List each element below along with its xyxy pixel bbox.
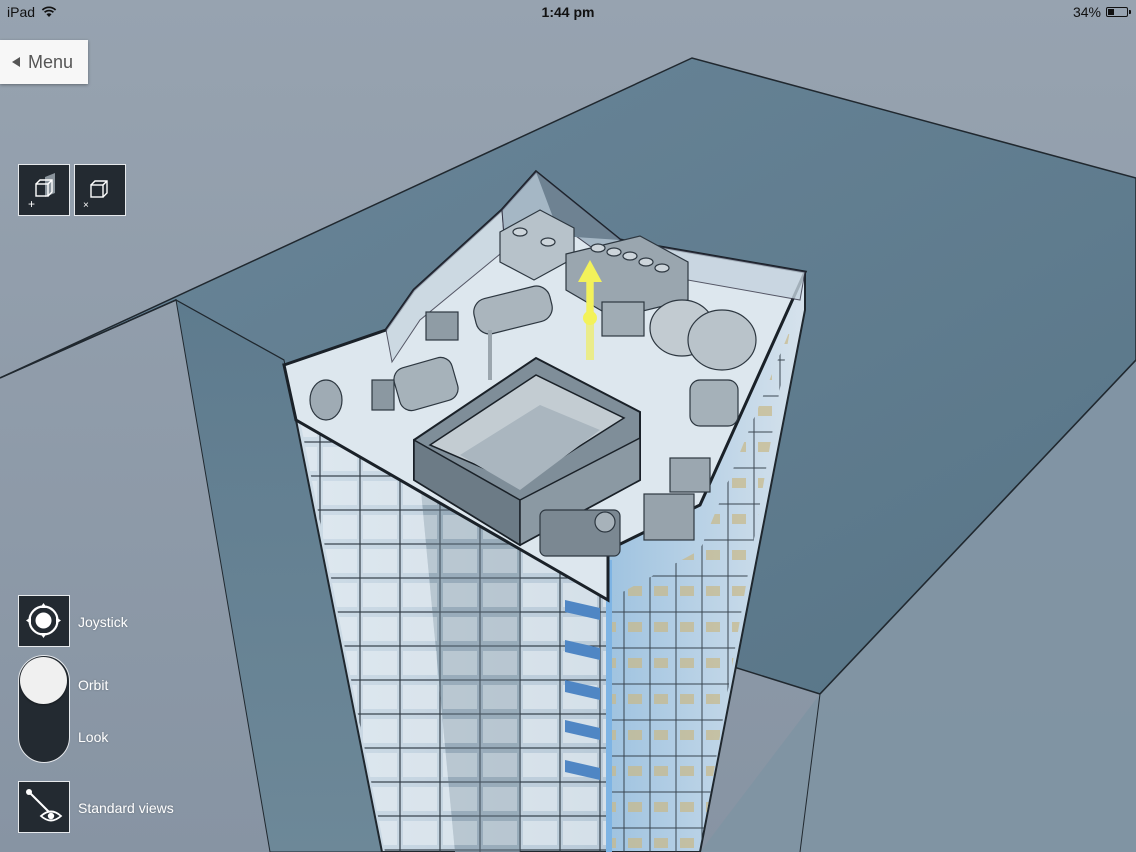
look-label[interactable]: Look xyxy=(78,729,108,745)
menu-button[interactable]: Menu xyxy=(0,40,88,84)
standard-views-icon xyxy=(26,789,63,822)
status-bar: iPad 1:44 pm 34% xyxy=(0,0,1136,24)
svg-text:×: × xyxy=(83,200,89,211)
model-viewport[interactable] xyxy=(0,0,1136,852)
remove-section-box-button[interactable]: × xyxy=(74,164,126,216)
joystick-label: Joystick xyxy=(78,614,128,630)
battery-icon xyxy=(1106,7,1131,17)
back-triangle-icon xyxy=(12,57,20,67)
clock: 1:44 pm xyxy=(541,4,595,20)
orbit-label[interactable]: Orbit xyxy=(78,677,108,693)
add-section-box-button[interactable]: + xyxy=(18,164,70,216)
battery-percent: 34% xyxy=(1072,4,1101,20)
svg-text:+: + xyxy=(28,197,35,211)
section-box-remove-icon: × xyxy=(83,180,108,211)
toggle-knob[interactable] xyxy=(20,657,67,704)
joystick-button[interactable] xyxy=(18,595,70,647)
joystick-icon xyxy=(26,603,61,638)
section-box-add-icon: + xyxy=(28,173,55,211)
menu-label: Menu xyxy=(28,51,74,72)
orbit-look-toggle[interactable] xyxy=(18,655,70,763)
standard-views-label: Standard views xyxy=(78,800,174,816)
standard-views-button[interactable] xyxy=(18,781,70,833)
